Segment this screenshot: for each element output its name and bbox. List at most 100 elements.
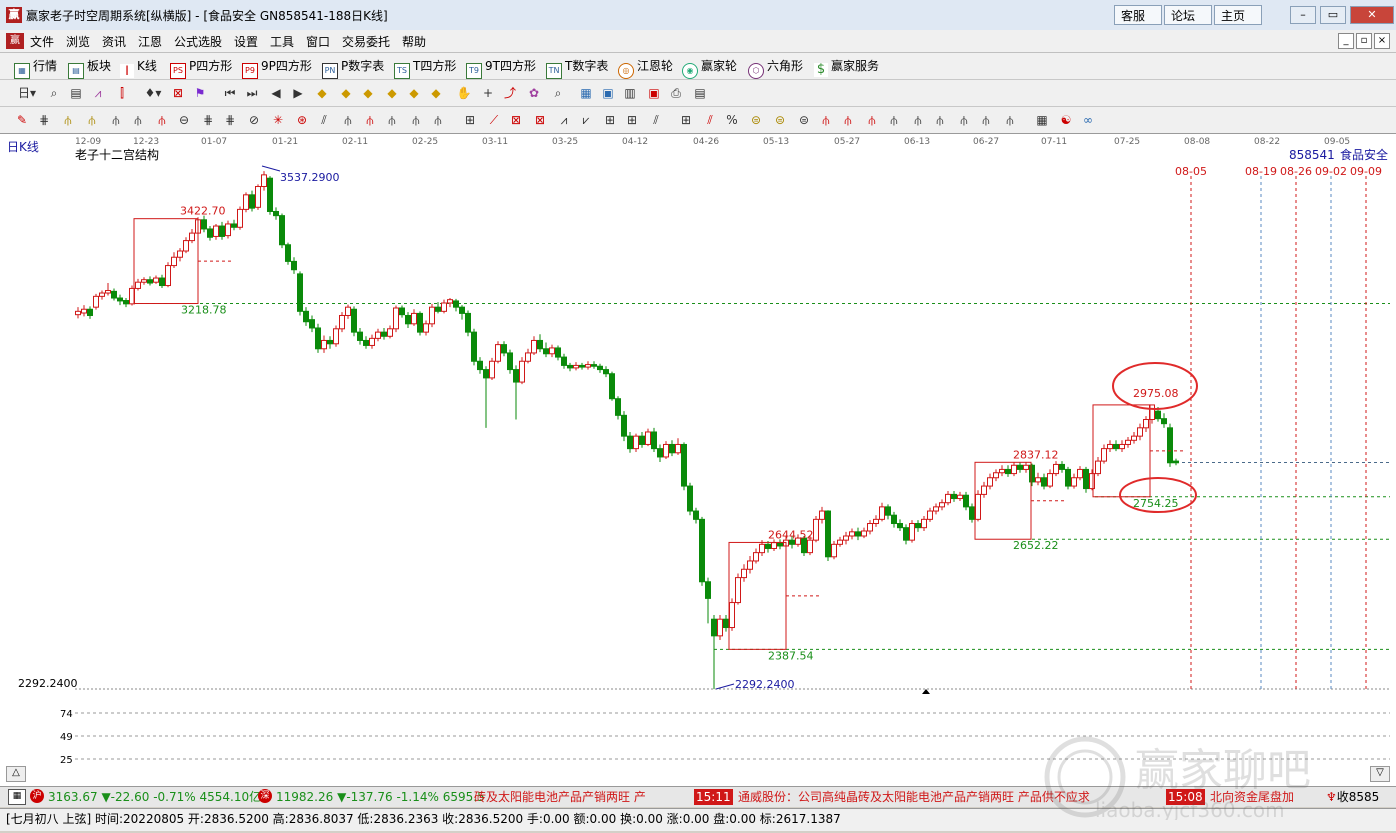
- hand-icon[interactable]: ✋: [456, 85, 472, 101]
- grid-toggle-icon[interactable]: ▦: [8, 789, 26, 805]
- fork5-icon[interactable]: ⫛: [154, 112, 170, 128]
- parallel-icon[interactable]: ⫽: [648, 112, 664, 128]
- menu-formula[interactable]: 公式选股: [174, 33, 222, 50]
- arc-icon[interactable]: ⊘: [246, 112, 262, 128]
- tool-hexagon[interactable]: ⬡ 六角形: [748, 58, 803, 79]
- fork15-icon[interactable]: ⫛: [910, 112, 926, 128]
- export-icon[interactable]: ▤: [692, 85, 708, 101]
- menu-info[interactable]: 资讯: [102, 33, 126, 50]
- menu-help[interactable]: 帮助: [402, 33, 426, 50]
- grid3-icon[interactable]: ⊞: [624, 112, 640, 128]
- menu-browse[interactable]: 浏览: [66, 33, 90, 50]
- infinity-icon[interactable]: ∞: [1080, 112, 1096, 128]
- service-link[interactable]: 客服: [1114, 5, 1162, 25]
- zigzag-icon[interactable]: ⩗: [578, 112, 594, 128]
- fork12-icon[interactable]: ⫛: [840, 112, 856, 128]
- menu-gann[interactable]: 江恩: [138, 33, 162, 50]
- forum-link[interactable]: 论坛: [1164, 5, 1212, 25]
- book-icon[interactable]: ▥: [622, 85, 638, 101]
- kline-chart[interactable]: 日K线 老子十二宫结构 858541 食品安全 2292.2400 12-09 1…: [0, 134, 1396, 786]
- tool-9p-square[interactable]: P9 9P四方形: [242, 58, 312, 79]
- indicator-icon[interactable]: ✿: [526, 85, 542, 101]
- sz-index-value[interactable]: 11982.26 ▼-137.76 -1.14% 6595.5: [276, 789, 485, 805]
- restore-button[interactable]: ▭: [1320, 6, 1346, 24]
- sh-index-value[interactable]: 3163.67 ▼-22.60 -0.71% 4554.10亿: [48, 789, 261, 805]
- mdi-minimize-icon[interactable]: _: [1338, 33, 1354, 49]
- wave-icon[interactable]: ⩘: [556, 112, 572, 128]
- fork17-icon[interactable]: ⫛: [956, 112, 972, 128]
- trend-icon[interactable]: ⤴: [502, 85, 518, 101]
- pen-icon[interactable]: ✎: [14, 112, 30, 128]
- last-icon[interactable]: ⏭: [244, 85, 260, 101]
- menu-settings[interactable]: 设置: [234, 33, 258, 50]
- calendar-icon[interactable]: ▦: [578, 85, 594, 101]
- tool-t-square[interactable]: TS T四方形: [394, 58, 456, 79]
- zoom-out-icon[interactable]: ◆: [428, 85, 444, 101]
- grid2-icon[interactable]: ⊞: [602, 112, 618, 128]
- search-icon[interactable]: ⌕: [550, 85, 566, 101]
- star-icon[interactable]: ✳: [270, 112, 286, 128]
- chart-type-dropdown[interactable]: ♦▾: [142, 85, 164, 101]
- tool-p-table[interactable]: PN P数字表: [322, 58, 384, 79]
- fan-line-icon[interactable]: ⟋: [486, 112, 502, 128]
- close-button[interactable]: ✕: [1350, 6, 1394, 24]
- tool-p-square[interactable]: PS P四方形: [170, 58, 232, 79]
- fork3-icon[interactable]: ⫛: [108, 112, 124, 128]
- ruler-icon[interactable]: ⊞: [462, 112, 478, 128]
- move-down-icon[interactable]: ◆: [338, 85, 354, 101]
- fork13-icon[interactable]: ⫛: [864, 112, 880, 128]
- ellipse-icon[interactable]: ⊜: [748, 112, 764, 128]
- period-dropdown[interactable]: 日▾: [14, 85, 40, 101]
- tool-gann-wheel[interactable]: ◎ 江恩轮: [618, 58, 673, 79]
- tool-sectors[interactable]: ▤ 板块: [68, 58, 111, 79]
- zoom-icon[interactable]: ⌕: [46, 85, 62, 101]
- shrink-icon[interactable]: ◆: [360, 85, 376, 101]
- hash2-icon[interactable]: ⋕: [200, 112, 216, 128]
- first-icon[interactable]: ⏮: [222, 85, 238, 101]
- channel-icon[interactable]: ⊞: [678, 112, 694, 128]
- menu-window[interactable]: 窗口: [306, 33, 330, 50]
- line-chart-icon[interactable]: ⩘: [90, 85, 106, 101]
- mdi-restore-icon[interactable]: ▫: [1356, 33, 1372, 49]
- tool-quotes[interactable]: ▦ 行情: [14, 58, 57, 79]
- fork-icon[interactable]: ⫛: [60, 112, 76, 128]
- calculator-icon[interactable]: ▣: [600, 85, 616, 101]
- chart-area[interactable]: 日K线 老子十二宫结构 858541 食品安全 2292.2400 12-09 1…: [0, 133, 1396, 786]
- app-menu-icon[interactable]: 赢: [6, 33, 24, 49]
- fork6-icon[interactable]: ⫛: [340, 112, 356, 128]
- fork19-icon[interactable]: ⫛: [1002, 112, 1018, 128]
- fork9-icon[interactable]: ⫛: [408, 112, 424, 128]
- move-up-icon[interactable]: ◆: [314, 85, 330, 101]
- ellipse3-icon[interactable]: ⊜: [796, 112, 812, 128]
- spiral-icon[interactable]: ⊛: [294, 112, 310, 128]
- tool-service[interactable]: $ 赢家服务: [814, 58, 879, 77]
- minimize-button[interactable]: –: [1290, 6, 1316, 24]
- hash-icon[interactable]: ⋕: [36, 112, 52, 128]
- menu-trade[interactable]: 交易委托: [342, 33, 390, 50]
- fork2-icon[interactable]: ⫛: [84, 112, 100, 128]
- tool-9t-square[interactable]: T9 9T四方形: [466, 58, 536, 79]
- ellipse2-icon[interactable]: ⊜: [772, 112, 788, 128]
- prev-icon[interactable]: ◀: [268, 85, 284, 101]
- menu-file[interactable]: 文件: [30, 33, 54, 50]
- news-item-1[interactable]: 砖及太阳能电池产品产销两旺 产: [474, 789, 646, 805]
- gann-box-icon[interactable]: ⊠: [508, 112, 524, 128]
- circle-line-icon[interactable]: ⊖: [176, 112, 192, 128]
- fan-icon[interactable]: ⫽: [316, 112, 332, 128]
- tool-t-table[interactable]: TN T数字表: [546, 58, 608, 79]
- expand-icon[interactable]: ◆: [384, 85, 400, 101]
- print-icon[interactable]: ⎙: [668, 85, 684, 101]
- crosshair-icon[interactable]: +: [480, 85, 496, 101]
- document-icon[interactable]: ▤: [68, 85, 84, 101]
- home-link[interactable]: 主页: [1214, 5, 1262, 25]
- fork10-icon[interactable]: ⫛: [430, 112, 446, 128]
- table2-icon[interactable]: ▦: [1034, 112, 1050, 128]
- zoom-in-icon[interactable]: ◆: [406, 85, 422, 101]
- expand-panel-icon[interactable]: △: [6, 766, 26, 782]
- fork18-icon[interactable]: ⫛: [978, 112, 994, 128]
- menu-tools[interactable]: 工具: [270, 33, 294, 50]
- percent-icon[interactable]: %: [724, 112, 740, 128]
- fork7-icon[interactable]: ⫛: [362, 112, 378, 128]
- flag-icon[interactable]: ⚑: [192, 85, 208, 101]
- crossout-icon[interactable]: ⊠: [170, 85, 186, 101]
